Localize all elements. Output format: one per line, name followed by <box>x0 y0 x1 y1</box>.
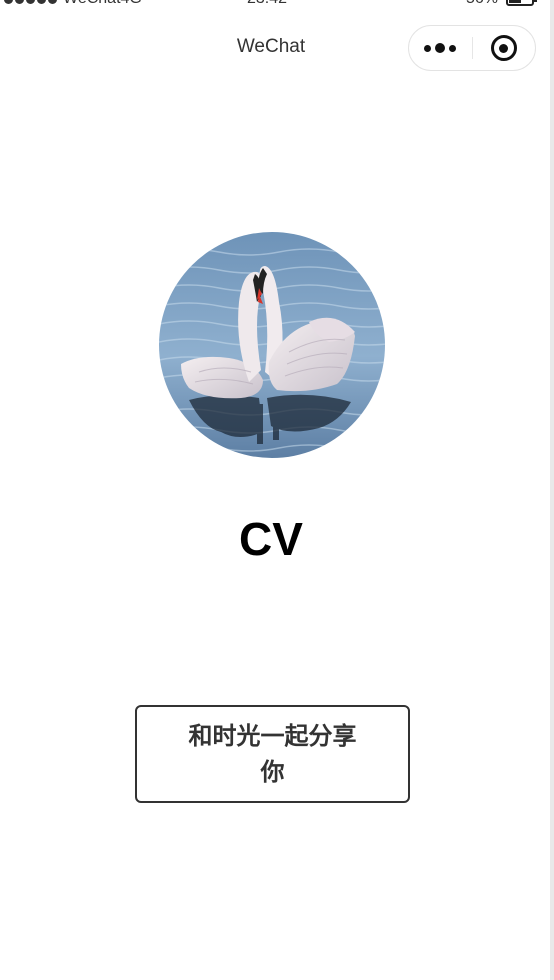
window-edge <box>550 0 554 980</box>
battery-fill <box>509 0 521 3</box>
user-avatar[interactable] <box>159 232 385 458</box>
status-bar: WeChat4G 23:42 56% <box>0 0 554 10</box>
signal-icon <box>4 0 57 4</box>
share-with-time-button[interactable]: 和时光一起分享你 <box>135 705 410 803</box>
menu-capsule <box>408 25 536 71</box>
status-time: 23:42 <box>247 0 287 8</box>
battery-icon <box>506 0 537 6</box>
carrier-label: WeChat4G <box>63 0 142 8</box>
target-close-icon[interactable] <box>472 26 535 70</box>
status-right: 56% <box>466 0 537 8</box>
share-button-label: 和时光一起分享你 <box>188 722 357 786</box>
more-dots-icon[interactable] <box>409 26 472 70</box>
user-nickname: CV <box>239 513 303 565</box>
swans-avatar-image <box>159 232 385 458</box>
battery-percent: 56% <box>466 0 498 8</box>
status-left: WeChat4G <box>4 0 142 8</box>
page: WeChat4G 23:42 56% WeChat <box>0 0 554 980</box>
